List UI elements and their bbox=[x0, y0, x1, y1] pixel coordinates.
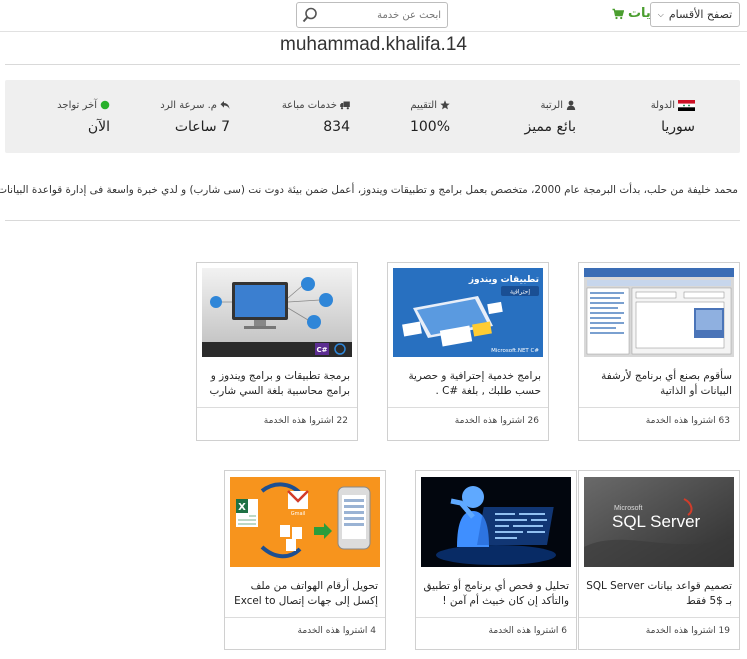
service-thumbnail[interactable]: C# bbox=[202, 268, 352, 357]
service-thumbnail[interactable] bbox=[584, 268, 734, 357]
stat-rating: التقييم 100% bbox=[350, 98, 450, 136]
stat-label: التقييم bbox=[410, 99, 437, 111]
service-card[interactable]: C# برمجة تطبيقات و برامج ويندوز و برامج … bbox=[196, 262, 358, 441]
service-card[interactable]: تطبيقات ويندوز إحترافية Microsoft.NET C#… bbox=[387, 262, 549, 441]
search-box bbox=[296, 2, 448, 28]
service-buyers-count: 19 اشتروا هذه الخدمة bbox=[579, 617, 739, 643]
stat-rank: الرتبة بائع مميز bbox=[476, 98, 576, 136]
windows-apps-banner: تطبيقات ويندوز إحترافية Microsoft.NET C# bbox=[393, 268, 543, 357]
service-buyers-count: 6 اشتروا هذه الخدمة bbox=[416, 617, 576, 643]
stat-label: خدمات مباعة bbox=[281, 99, 337, 111]
service-card[interactable]: Microsoft SQL Server تصميم قواعد بيانات … bbox=[578, 470, 740, 650]
stat-response-time: م. سرعة الرد 7 ساعات bbox=[130, 98, 230, 136]
browse-categories-label: تصفح الأقسام bbox=[668, 8, 733, 21]
sql-product: SQL Server bbox=[612, 512, 701, 531]
service-title[interactable]: برامج خدمية إحترافية و حصرية حسب طلبك , … bbox=[388, 357, 548, 407]
stat-value: 100% bbox=[409, 119, 450, 135]
cart-icon bbox=[612, 8, 624, 19]
banner-title: تطبيقات ويندوز bbox=[468, 275, 539, 285]
csharp-badge: C# bbox=[316, 346, 327, 354]
service-buyers-count: 26 اشتروا هذه الخدمة bbox=[388, 407, 548, 433]
stat-country: الدولة سوريا bbox=[595, 98, 695, 135]
divider bbox=[5, 64, 740, 65]
excel-to-contacts-banner: X Gmail bbox=[230, 477, 380, 567]
security-analysis-banner bbox=[421, 477, 571, 567]
sql-server-logo-banner: Microsoft SQL Server bbox=[584, 477, 734, 567]
stat-value: 834 bbox=[323, 119, 350, 135]
stat-value: سوريا bbox=[661, 119, 695, 135]
browse-categories-dropdown[interactable]: تصفح الأقسام ⌵ bbox=[650, 2, 740, 27]
stat-label: الرتبة bbox=[540, 99, 563, 111]
top-bar: 1 سلة المشتريات تصفح الأقسام ⌵ bbox=[0, 0, 747, 32]
stat-label: م. سرعة الرد bbox=[160, 99, 217, 111]
service-buyers-count: 63 اشتروا هذه الخدمة bbox=[579, 407, 739, 433]
csharp-desktop-banner: C# bbox=[202, 268, 352, 357]
service-title[interactable]: سأقوم بصنع أي برنامج لأرشفة البيانات أو … bbox=[579, 357, 739, 407]
profile-bio: محمد خليفة من حلب، بدأت البرمجة عام 2000… bbox=[0, 184, 738, 196]
reply-icon bbox=[220, 101, 230, 109]
service-card[interactable]: سأقوم بصنع أي برنامج لأرشفة البيانات أو … bbox=[578, 262, 740, 441]
truck-icon bbox=[340, 101, 350, 110]
search-input[interactable] bbox=[321, 3, 445, 27]
stat-value: 7 ساعات bbox=[174, 119, 230, 135]
syria-flag-icon bbox=[678, 99, 695, 111]
stat-sold: خدمات مباعة 834 bbox=[250, 98, 350, 136]
service-buyers-count: 22 اشتروا هذه الخدمة bbox=[197, 407, 357, 433]
online-dot-icon bbox=[100, 100, 110, 110]
user-icon bbox=[566, 100, 576, 110]
service-card[interactable]: تحليل و فحص أي برنامج أو تطبيق والتأكد إ… bbox=[415, 470, 577, 650]
banner-tech: Microsoft.NET C# bbox=[491, 348, 539, 354]
stat-last-seen: آخر تواجد الآن bbox=[10, 98, 110, 136]
seller-stats: الدولة سوريا الرتبة بائع مميز التقييم 10… bbox=[5, 80, 740, 153]
gmail-label: Gmail bbox=[291, 511, 306, 517]
service-title[interactable]: تحليل و فحص أي برنامج أو تطبيق والتأكد إ… bbox=[416, 567, 576, 617]
service-title[interactable]: برمجة تطبيقات و برامج ويندوز و برامج محا… bbox=[197, 357, 357, 407]
service-thumbnail[interactable] bbox=[421, 477, 571, 567]
search-icon[interactable] bbox=[300, 5, 320, 25]
stat-label: آخر تواجد bbox=[57, 99, 97, 111]
service-thumbnail[interactable]: Microsoft SQL Server bbox=[584, 477, 734, 567]
stat-label: الدولة bbox=[650, 99, 675, 111]
database-app-screenshot bbox=[584, 268, 734, 357]
divider bbox=[5, 220, 740, 221]
stat-value: بائع مميز bbox=[524, 119, 576, 135]
service-thumbnail[interactable]: تطبيقات ويندوز إحترافية Microsoft.NET C# bbox=[393, 268, 543, 357]
service-buyers-count: 4 اشتروا هذه الخدمة bbox=[225, 617, 385, 643]
svg-text:X: X bbox=[238, 502, 246, 513]
profile-username: muhammad.khalifa.14 bbox=[280, 34, 467, 55]
star-icon bbox=[440, 100, 450, 110]
chevron-down-icon: ⌵ bbox=[657, 9, 664, 19]
service-title[interactable]: تصميم قواعد بيانات SQL Server بـ $5 فقط bbox=[579, 567, 739, 617]
service-thumbnail[interactable]: X Gmail bbox=[230, 477, 380, 567]
banner-subtitle: إحترافية bbox=[510, 289, 530, 296]
sql-brand: Microsoft bbox=[614, 505, 642, 512]
service-title[interactable]: تحويل أرقام الهواتف من ملف إكسل إلى جهات… bbox=[225, 567, 385, 617]
stat-value: الآن bbox=[87, 119, 110, 135]
service-card[interactable]: X Gmail تحويل أرقام الهواتف من ملف إكسل … bbox=[224, 470, 386, 650]
